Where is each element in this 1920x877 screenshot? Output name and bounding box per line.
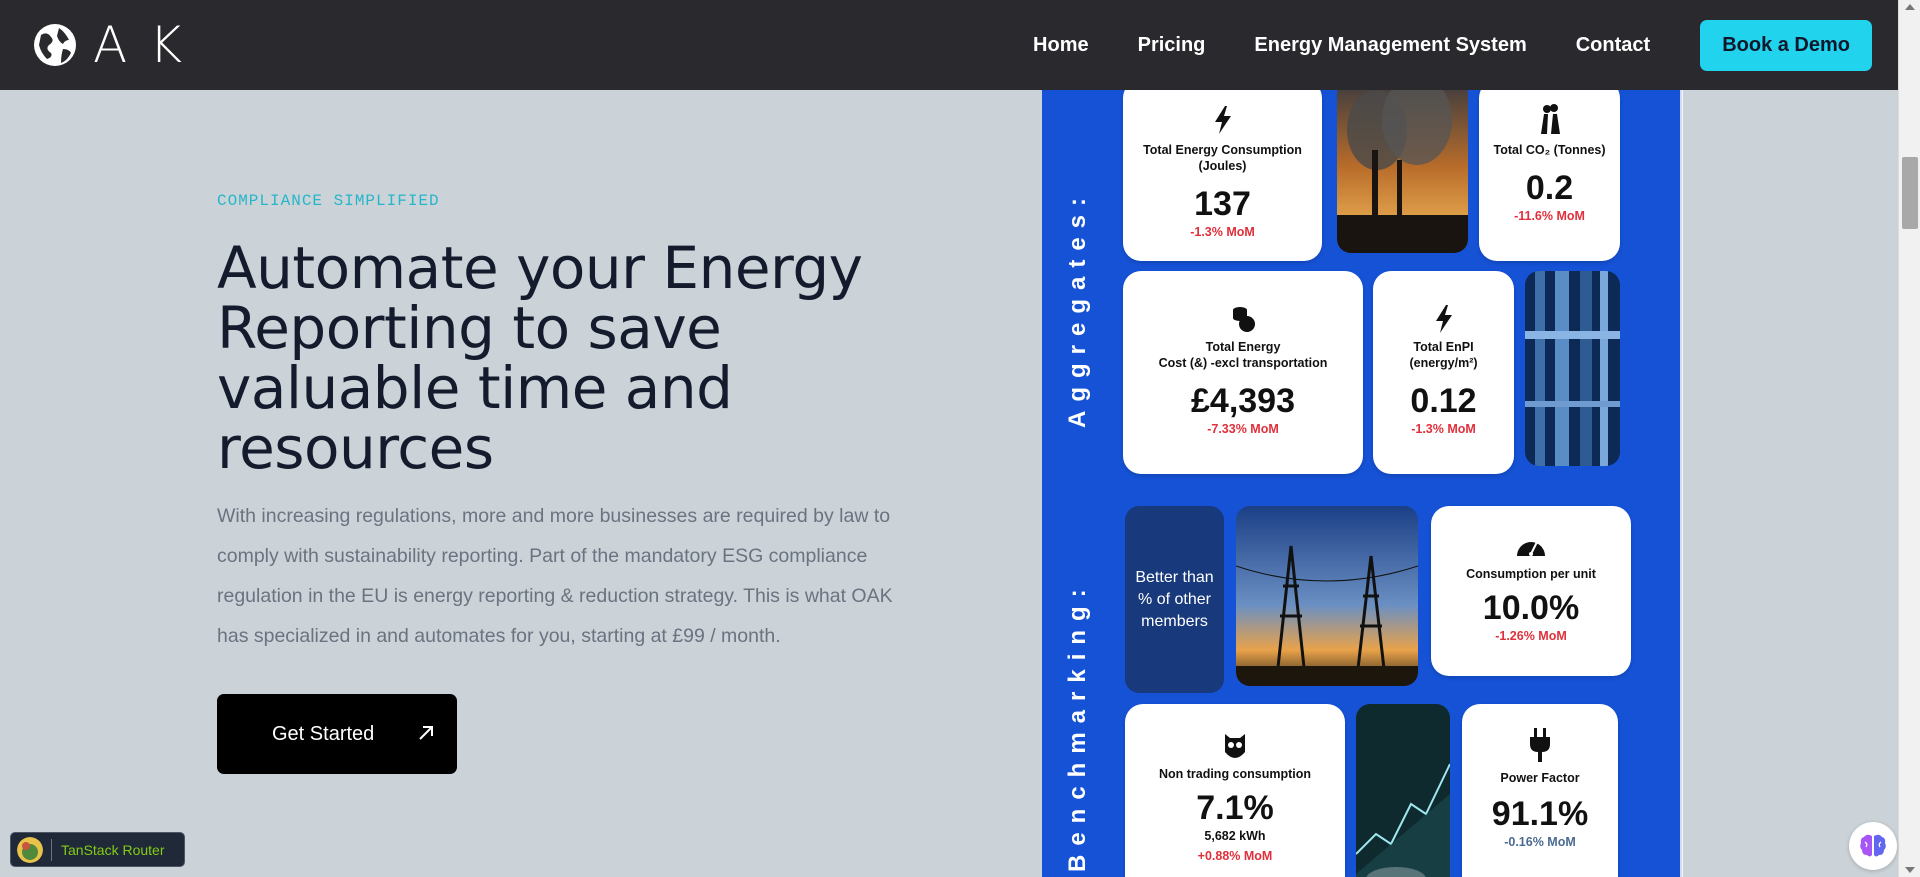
card-label-line1: Total EnPI (1413, 340, 1474, 354)
scroll-thumb[interactable] (1902, 157, 1918, 229)
card-label: Consumption per unit (1466, 567, 1596, 581)
lightning-icon (1435, 305, 1452, 333)
card-change: -7.33% MoM (1207, 422, 1279, 436)
card-change: -0.16% MoM (1504, 835, 1576, 849)
plug-icon (1530, 728, 1550, 762)
card-value: 7.1% (1196, 789, 1274, 827)
card-consumption-per-unit: Consumption per unit 10.0% -1.26% MoM (1431, 506, 1631, 676)
card-total-energy: Total Energy Consumption (Joules) 137 -1… (1123, 90, 1322, 261)
card-power-factor: Power Factor 91.1% -0.16% MoM (1462, 704, 1618, 877)
card-label: Total Energy Consumption (Joules) (1143, 143, 1302, 173)
card-label: Non trading consumption (1158, 767, 1312, 781)
owl-icon (1225, 734, 1245, 758)
card-value: 0.12 (1410, 382, 1477, 420)
pipes-photo (1525, 271, 1620, 466)
badge-divider (51, 838, 52, 861)
tanstack-logo-icon (17, 836, 43, 863)
lightning-icon (1214, 106, 1231, 134)
card-label: Power Factor (1500, 771, 1580, 785)
card-change: -1.3% MoM (1190, 225, 1255, 239)
hero-description: With increasing regulations, more and mo… (217, 505, 893, 647)
power-lines-photo (1236, 506, 1418, 686)
energy-infographic: Aggregates: Benchmarking: Total Energy C… (1042, 90, 1682, 877)
card-value: 137 (1194, 185, 1251, 223)
nav-energy-management-system[interactable]: Energy Management System (1254, 34, 1526, 57)
book-demo-button[interactable]: Book a Demo (1700, 19, 1872, 71)
coins-icon (1233, 307, 1255, 332)
aggregates-label: Aggregates: (1064, 188, 1091, 428)
better-than-text: Better than % of other members (1135, 568, 1214, 630)
better-than-members-card: Better than % of other members (1125, 506, 1224, 693)
card-change: -1.26% MoM (1495, 629, 1567, 643)
card-label-line2: (energy/m²) (1409, 356, 1478, 370)
ai-assistant-button[interactable] (1849, 822, 1897, 870)
card-total-energy-cost: Total Energy Cost (&) -excl transportati… (1123, 271, 1363, 474)
card-label-line2: Cost (&) -excl transportation (1158, 356, 1328, 370)
card-value: 0.2 (1525, 169, 1574, 207)
card-change: -1.3% MoM (1411, 422, 1476, 436)
brain-icon (1860, 834, 1886, 857)
card-change: -11.6% MoM (1514, 209, 1585, 223)
hero-eyebrow: COMPLIANCE SIMPLIFIED (217, 192, 440, 210)
card-value: 91.1% (1491, 795, 1589, 833)
nav-pricing[interactable]: Pricing (1138, 34, 1206, 57)
logo[interactable]: AK (33, 16, 204, 74)
site-header: AK Home Pricing Energy Management System… (0, 0, 1898, 90)
card-total-co2: Total CO₂ (Tonnes) 0.2 -11.6% MoM (1479, 90, 1620, 261)
card-non-trading-consumption: Non trading consumption 7.1% 5,682 kWh +… (1125, 704, 1345, 877)
globe-icon (34, 24, 76, 66)
nav-home[interactable]: Home (1033, 34, 1089, 57)
tanstack-router-devtools-button[interactable]: TanStack Router (10, 832, 185, 867)
infographic-edge (1680, 90, 1683, 877)
tanstack-router-label: TanStack Router (61, 841, 165, 858)
cooling-tower-icon (1540, 104, 1560, 134)
card-change: +0.88% MoM (1197, 849, 1273, 863)
chart-hand-photo (1356, 704, 1450, 877)
main-nav: Home Pricing Energy Management System Co… (1033, 0, 1872, 90)
factory-smoke-photo (1337, 90, 1468, 253)
get-started-label: Get Started (272, 723, 375, 745)
arrow-up-right-icon (419, 726, 433, 740)
card-label-line1: Total Energy (1205, 340, 1281, 354)
benchmarking-label: Benchmarking: (1064, 580, 1091, 872)
card-value: 10.0% (1482, 589, 1580, 627)
nav-contact[interactable]: Contact (1576, 34, 1650, 57)
scroll-down-arrow-icon[interactable] (1905, 867, 1915, 873)
card-sub-value: 5,682 kWh (1204, 829, 1266, 843)
card-label: Total CO₂ (Tonnes) (1493, 143, 1606, 157)
page-scrollbar[interactable] (1898, 0, 1920, 877)
scroll-up-arrow-icon[interactable] (1905, 4, 1915, 10)
gauge-icon (1517, 541, 1545, 556)
get-started-button[interactable]: Get Started (217, 694, 457, 774)
card-total-enpi: Total EnPI (energy/m²) 0.12 -1.3% MoM (1373, 271, 1514, 474)
card-value: £4,393 (1191, 382, 1295, 420)
hero-headline: Automate your Energy Reporting to save v… (217, 234, 863, 482)
logo-text: AK (93, 16, 204, 74)
